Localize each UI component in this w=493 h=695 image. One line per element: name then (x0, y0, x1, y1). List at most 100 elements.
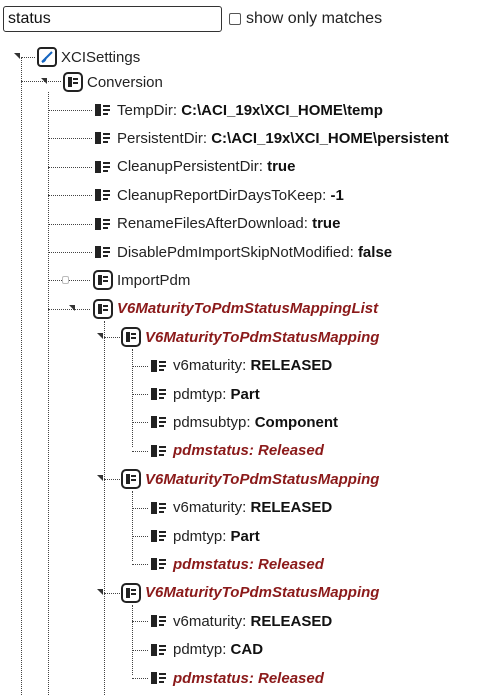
leaf-icon (151, 416, 167, 429)
setting-key: pdmsubtyp: (173, 413, 255, 431)
setting-value: false (357, 243, 393, 261)
mapping-status-row[interactable]: pdmstatus: Released (151, 439, 324, 463)
expand-root-toggle[interactable] (14, 53, 20, 59)
node-icon (93, 270, 113, 291)
mapping-field-row[interactable]: pdmtyp: CAD (151, 638, 263, 662)
setting-value: C:\ACI_19x\XCI_HOME\temp (181, 101, 383, 119)
expand-importpdm-toggle[interactable] (62, 276, 69, 285)
setting-key: v6maturity: (173, 499, 251, 517)
leaf-icon (151, 615, 167, 628)
setting-key: CleanupPersistentDir: (117, 158, 268, 176)
mapping-field-row[interactable]: v6maturity: RELEASED (151, 496, 332, 520)
tree-node-mapping-label: V6MaturityToPdmStatusMapping (145, 328, 380, 346)
show-only-matches-toggle[interactable]: show only matches (229, 10, 382, 28)
leaf-icon (95, 246, 111, 258)
setting-value: RELEASED (250, 357, 333, 375)
tree-line-h (132, 450, 148, 452)
leaf-icon (151, 501, 167, 514)
tree-line-h (48, 252, 92, 253)
tree-node-mapping-label: V6MaturityToPdmStatusMapping (145, 470, 380, 488)
tree-line-h (132, 621, 148, 623)
tree-node-mapping[interactable]: V6MaturityToPdmStatusMapping (121, 581, 379, 605)
tree-line-h (104, 592, 120, 594)
tree-node-mapping[interactable]: V6MaturityToPdmStatusMapping (121, 325, 379, 349)
node-icon (121, 469, 141, 490)
mapping-field-row[interactable]: pdmtyp: Part (151, 382, 260, 406)
tree-node-mapping-list[interactable]: V6MaturityToPdmStatusMappingList (93, 297, 378, 321)
node-icon (121, 582, 141, 603)
setting-value: C:\ACI_19x\XCI_HOME\persistent (211, 129, 449, 147)
expand-conversion-toggle[interactable] (41, 78, 47, 84)
mapping-field-row[interactable]: pdmsubtyp: Component (151, 410, 338, 434)
setting-value: RELEASED (250, 499, 333, 517)
leaf-icon (151, 359, 167, 372)
mapping-field-row[interactable]: v6maturity: RELEASED (151, 354, 332, 378)
xcisettings-icon (37, 47, 57, 67)
setting-key: CleanupReportDirDaysToKeep: (117, 186, 331, 204)
tree-line-h (48, 223, 92, 225)
tree-line-h (132, 365, 148, 367)
tree-line-mapping (132, 349, 133, 448)
leaf-icon (151, 558, 167, 571)
leaf-icon (95, 217, 111, 230)
leaf-icon (151, 643, 167, 656)
tree-line-mapping (132, 604, 133, 675)
conversion-label: Conversion (87, 73, 163, 91)
filter-toolbar: show only matches (0, 0, 493, 40)
mapping-field-row[interactable]: v6maturity: RELEASED (151, 609, 332, 633)
leaf-icon (151, 388, 167, 400)
setting-value: Component (254, 413, 339, 431)
search-input[interactable] (3, 6, 222, 32)
tree-line-h (132, 536, 148, 537)
setting-value: true (267, 158, 296, 176)
tree-line-h (48, 195, 92, 197)
setting-row[interactable]: DisablePdmImportSkipNotModified: false (95, 240, 392, 264)
expand-mapping-list-toggle[interactable] (69, 304, 75, 311)
tree-line-h (48, 138, 92, 140)
setting-key: pdmtyp: (173, 641, 231, 659)
setting-row[interactable]: RenameFilesAfterDownload: true (95, 212, 340, 236)
tree-node-xcisettings[interactable]: XCISettings (37, 45, 140, 69)
tree-line-h (104, 479, 120, 481)
tree-node-importpdm-label: ImportPdm (117, 271, 191, 289)
setting-row[interactable]: CleanupPersistentDir: true (95, 155, 295, 179)
leaf-icon (151, 444, 167, 457)
root-label: XCISettings (61, 48, 141, 66)
setting-key: v6maturity: (173, 357, 251, 375)
tree-line-h (132, 678, 148, 679)
tree-node-mapping-label: V6MaturityToPdmStatusMapping (145, 584, 380, 602)
tree-node-conversion[interactable]: Conversion (63, 70, 163, 94)
setting-value: Part (230, 385, 260, 403)
tree-line-h (104, 337, 120, 339)
expand-mapping-toggle[interactable] (97, 588, 103, 595)
leaf-icon (151, 530, 167, 542)
leaf-icon (95, 104, 111, 116)
setting-key: pdmtyp: (173, 385, 231, 403)
setting-value: -1 (330, 186, 344, 204)
setting-row[interactable]: CleanupReportDirDaysToKeep: -1 (95, 183, 344, 207)
leaf-icon (95, 132, 111, 145)
show-only-matches-label: show only matches (246, 10, 383, 27)
tree-line-h (48, 166, 92, 168)
setting-row[interactable]: PersistentDir: C:\ACI_19x\XCI_HOME\persi… (95, 126, 449, 150)
expand-mapping-toggle[interactable] (97, 475, 103, 482)
tree-line-mapping (132, 491, 133, 561)
leaf-icon (95, 189, 111, 202)
mapping-field-row[interactable]: pdmtyp: Part (151, 524, 260, 548)
match-label: pdmstatus: Released (173, 555, 324, 573)
setting-key: RenameFilesAfterDownload: (117, 215, 313, 233)
match-label: pdmstatus: Released (173, 669, 324, 687)
mapping-status-row[interactable]: pdmstatus: Released (151, 552, 324, 576)
tree-line-h (48, 110, 92, 111)
match-label: pdmstatus: Released (173, 442, 324, 460)
expand-mapping-toggle[interactable] (97, 333, 103, 340)
setting-key: PersistentDir: (117, 129, 212, 147)
setting-value: CAD (230, 641, 264, 659)
tree-node-mapping[interactable]: V6MaturityToPdmStatusMapping (121, 467, 379, 491)
setting-row[interactable]: TempDir: C:\ACI_19x\XCI_HOME\temp (95, 98, 383, 122)
show-only-matches-checkbox[interactable] (229, 13, 241, 25)
tree-node-importpdm[interactable]: ImportPdm (93, 268, 190, 292)
setting-key: TempDir: (117, 101, 182, 119)
tree-line-mapping-list (104, 320, 105, 695)
mapping-status-row[interactable]: pdmstatus: Released (151, 666, 324, 690)
